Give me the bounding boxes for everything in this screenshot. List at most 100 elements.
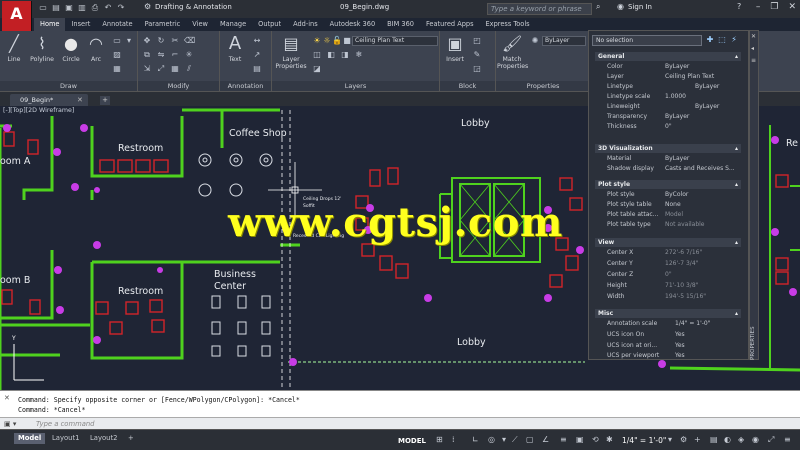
- save-icon[interactable]: ▣: [64, 3, 74, 13]
- edit-block-icon[interactable]: ✎: [472, 50, 482, 60]
- prop-row[interactable]: Center X 272'-6 7/16": [605, 248, 741, 258]
- mirror-icon[interactable]: ⇋: [156, 50, 166, 60]
- tab-express-tools[interactable]: Express Tools: [480, 18, 536, 31]
- tab-annotate[interactable]: Annotate: [96, 18, 138, 31]
- tab-insert[interactable]: Insert: [65, 18, 96, 31]
- close-tab-icon[interactable]: ✕: [77, 96, 85, 104]
- dropdown-icon[interactable]: ▾: [668, 434, 672, 446]
- undo-icon[interactable]: ↶: [103, 3, 113, 13]
- snap-icon[interactable]: ⁞: [452, 434, 455, 446]
- prop-row[interactable]: Material ByLayer: [605, 154, 741, 164]
- erase-icon[interactable]: ⌫: [184, 36, 195, 46]
- insert-tool[interactable]: ▣ Insert: [442, 34, 468, 63]
- create-block-icon[interactable]: ◰: [472, 36, 482, 46]
- scale-icon[interactable]: ⤢: [156, 64, 166, 74]
- lineweight-icon[interactable]: ≡: [560, 434, 567, 446]
- prop-row[interactable]: Transparency ByLayer: [605, 112, 741, 122]
- isolate-icon[interactable]: ◐: [724, 434, 731, 446]
- quick-select-icon[interactable]: ⚡: [729, 35, 739, 45]
- section-general[interactable]: General ▴: [595, 52, 741, 61]
- color-wheel-icon[interactable]: ✺: [530, 36, 540, 46]
- prop-row[interactable]: Center Y 126'-7 3/4": [605, 259, 741, 269]
- fullscreen-icon[interactable]: ⤢: [768, 434, 774, 446]
- layer-properties-tool[interactable]: ▤ Layer Properties: [274, 34, 308, 70]
- open-icon[interactable]: ▤: [51, 3, 61, 13]
- layout-tab-model[interactable]: Model: [14, 433, 46, 444]
- search-input[interactable]: Type a keyword or phrase: [487, 3, 592, 15]
- search-icon[interactable]: ⌕: [596, 2, 600, 12]
- prop-row[interactable]: Height 71'-10 3/8": [605, 281, 741, 291]
- layer-freeze-icon[interactable]: ❄: [354, 50, 364, 60]
- toggle-pickadd-icon[interactable]: ✚: [705, 35, 715, 45]
- polar-icon[interactable]: ◎: [488, 434, 495, 446]
- workspace-switcher[interactable]: Drafting & Annotation: [155, 3, 232, 11]
- layout-tab-layout2[interactable]: Layout2: [86, 433, 121, 444]
- prop-row[interactable]: Shadow display Casts and Receives S...: [605, 164, 741, 174]
- lock-icon[interactable]: 🔓: [332, 36, 342, 46]
- prop-row[interactable]: Plot style ByColor: [605, 190, 741, 200]
- units-icon[interactable]: ▤: [710, 434, 718, 446]
- prop-row[interactable]: Plot style table None: [605, 200, 741, 210]
- array-icon[interactable]: ▦: [170, 64, 180, 74]
- palette-settings-icon[interactable]: ≡: [751, 57, 756, 64]
- circle-tool[interactable]: ● Circle: [60, 34, 82, 63]
- minimize-icon[interactable]: –: [756, 2, 761, 12]
- gradient-icon[interactable]: ▦: [112, 64, 122, 74]
- hatch-icon[interactable]: ▨: [112, 50, 122, 60]
- tab-home[interactable]: Home: [34, 18, 66, 31]
- tab-bim360[interactable]: BIM 360: [381, 18, 420, 31]
- color-bylayer-dropdown[interactable]: ByLayer: [542, 36, 586, 46]
- viewport-controls[interactable]: [-][Top][2D Wireframe]: [3, 107, 74, 114]
- prop-row[interactable]: Layer Ceiling Plan Text: [605, 72, 741, 82]
- tab-addins[interactable]: Add-ins: [287, 18, 324, 31]
- hardware-acceleration-icon[interactable]: ◈: [738, 434, 744, 446]
- prop-row[interactable]: Plot table attac... Model: [605, 210, 741, 220]
- tab-autodesk360[interactable]: Autodesk 360: [324, 18, 382, 31]
- dropdown-icon[interactable]: ▾: [124, 36, 134, 46]
- section-misc[interactable]: Misc ▴: [595, 309, 741, 318]
- dropdown-icon[interactable]: ▾: [502, 434, 506, 446]
- text-tool[interactable]: A Text: [223, 34, 247, 64]
- ortho-icon[interactable]: ∟: [472, 434, 479, 446]
- maximize-icon[interactable]: ❐: [770, 2, 778, 12]
- help-icon[interactable]: ?: [737, 2, 741, 11]
- offset-icon[interactable]: ⫽: [184, 64, 194, 74]
- layer-match-icon[interactable]: ◪: [312, 64, 322, 74]
- color-swatch-icon[interactable]: ■: [342, 36, 352, 46]
- copy-icon[interactable]: ⧉: [142, 50, 152, 60]
- command-input[interactable]: Type a command: [36, 419, 95, 429]
- workspace-icon[interactable]: ⚙: [680, 434, 687, 446]
- tab-output[interactable]: Output: [252, 18, 287, 31]
- close-icon[interactable]: ✕: [788, 2, 796, 12]
- tab-featured-apps[interactable]: Featured Apps: [420, 18, 480, 31]
- explode-icon[interactable]: ✳: [184, 50, 194, 60]
- lightbulb-icon[interactable]: ☀: [312, 36, 322, 46]
- new-tab-icon[interactable]: +: [100, 96, 110, 105]
- dimension-icon[interactable]: ↔: [252, 36, 262, 46]
- add-layout-icon[interactable]: +: [124, 433, 138, 444]
- osnap-icon[interactable]: ▢: [526, 434, 534, 446]
- annotation-visibility-icon[interactable]: ✱: [606, 434, 613, 446]
- sign-in-button[interactable]: Sign In: [628, 3, 652, 11]
- plot-icon[interactable]: ⎙: [90, 3, 100, 13]
- rotate-icon[interactable]: ↻: [156, 36, 166, 46]
- selection-dropdown[interactable]: No selection: [592, 35, 702, 46]
- annotation-scale[interactable]: 1/4" = 1'-0": [622, 435, 666, 447]
- add-icon[interactable]: +: [694, 434, 701, 446]
- layer-off-icon[interactable]: ◨: [340, 50, 350, 60]
- close-command-icon[interactable]: ✕: [4, 394, 10, 402]
- current-layer-dropdown[interactable]: Ceiling Plan Text: [352, 36, 438, 46]
- model-space-toggle[interactable]: MODEL: [398, 435, 426, 447]
- close-palette-icon[interactable]: ✕: [751, 33, 756, 40]
- tab-view[interactable]: View: [186, 18, 214, 31]
- prop-row[interactable]: Thickness 0": [605, 122, 741, 132]
- rectangle-icon[interactable]: ▭: [112, 36, 122, 46]
- prop-row[interactable]: UCS per viewport Yes: [605, 351, 741, 359]
- tab-manage[interactable]: Manage: [214, 18, 252, 31]
- prop-row[interactable]: Plot table type Not available: [605, 220, 741, 230]
- match-properties-tool[interactable]: 🖌 Match Properties: [497, 34, 528, 70]
- stretch-icon[interactable]: ⇲: [142, 64, 152, 74]
- otrack-icon[interactable]: ∠: [542, 434, 549, 446]
- table-icon[interactable]: ▤: [252, 64, 262, 74]
- grid-icon[interactable]: ⊞: [436, 434, 443, 446]
